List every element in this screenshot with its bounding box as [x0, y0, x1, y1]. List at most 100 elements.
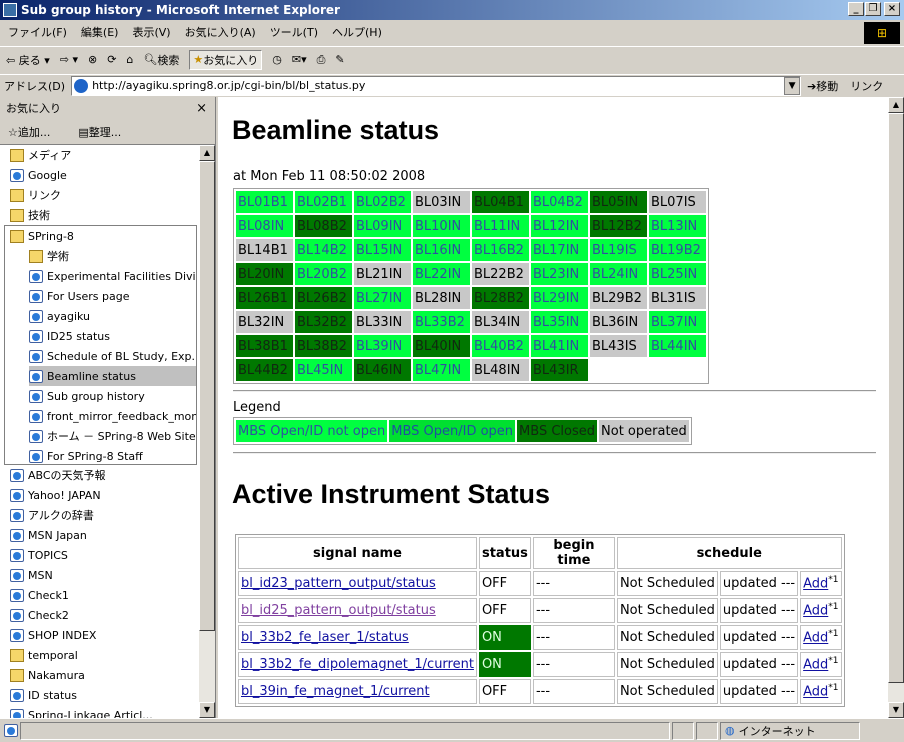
legend-table: MBS Open/ID not open MBS Open/ID open MBS …: [233, 417, 692, 445]
fav-item[interactable]: Experimental Facilities Divi...: [29, 266, 196, 286]
schedule-cell: Not Scheduled: [616, 679, 718, 704]
links-button[interactable]: リンク: [850, 78, 883, 94]
signal-link[interactable]: bl_39in_fe_magnet_1/current: [241, 684, 430, 699]
maximize-button[interactable]: ❐: [865, 2, 881, 16]
menu-favorites[interactable]: お気に入り(A): [185, 24, 256, 40]
fav-item[interactable]: ayagiku: [29, 306, 196, 326]
fav-folder-spring8[interactable]: SPring-8: [5, 226, 196, 246]
fav-item[interactable]: MSN: [10, 565, 153, 585]
fav-item[interactable]: リンク: [10, 185, 200, 205]
menu-help[interactable]: ヘルプ(H): [332, 24, 382, 40]
go-button[interactable]: ➔移動: [807, 78, 838, 94]
minimize-button[interactable]: _: [848, 2, 864, 16]
fav-item[interactable]: ID25 status: [29, 326, 196, 346]
page-scrollbar[interactable]: ▲ ▼: [888, 97, 904, 718]
fav-item[interactable]: メディア: [10, 145, 200, 165]
close-button[interactable]: ×: [884, 2, 900, 16]
add-link[interactable]: Add: [803, 604, 828, 619]
add-link[interactable]: Add: [803, 631, 828, 646]
signal-link[interactable]: bl_id23_pattern_output/status: [241, 576, 436, 591]
fav-item[interactable]: front_mirror_feedback_monit...: [29, 406, 196, 426]
ie-page-icon: [29, 449, 43, 463]
fav-item[interactable]: For Users page: [29, 286, 196, 306]
spring8-folder-box: SPring-8 学術 Experimental Facilities Divi.…: [4, 225, 197, 465]
fav-item[interactable]: Yahoo! JAPAN: [10, 485, 153, 505]
fav-item-label: ABCの天気予報: [28, 469, 106, 482]
fav-item[interactable]: アルクの辞書: [10, 505, 153, 525]
fav-item[interactable]: 技術: [10, 205, 200, 225]
ie-page-icon: [10, 528, 24, 542]
search-button[interactable]: 🔍︎ 検索: [143, 52, 179, 68]
fav-item[interactable]: Google: [10, 165, 200, 185]
menu-edit[interactable]: 編集(E): [81, 24, 119, 40]
status-cell: ON: [478, 652, 531, 677]
ie-page-icon: [29, 349, 43, 363]
ie-page-icon: [10, 588, 24, 602]
add-link[interactable]: Add: [803, 577, 828, 592]
scroll-thumb[interactable]: [199, 161, 215, 631]
status-bar: ◍ インターネット: [0, 718, 904, 742]
fav-item[interactable]: temporal: [10, 645, 153, 665]
beamline-cell: BL04B1: [472, 191, 529, 213]
fav-item[interactable]: ID status: [10, 685, 153, 705]
fav-item[interactable]: Sub group history: [29, 386, 196, 406]
add-link[interactable]: Add: [803, 685, 828, 700]
fav-item[interactable]: TOPICS: [10, 545, 153, 565]
go-arrow-icon: ➔: [807, 79, 817, 93]
fav-item[interactable]: Check2: [10, 605, 153, 625]
beamline-cell: BL22IN: [413, 263, 470, 285]
fav-item[interactable]: ABCの天気予報: [10, 465, 153, 485]
beamline-cell: BL10IN: [413, 215, 470, 237]
favorites-close-icon[interactable]: ×: [196, 101, 207, 116]
add-favorite-button[interactable]: ☆追加...: [8, 124, 64, 140]
fav-item[interactable]: 学術: [29, 246, 196, 266]
fav-item[interactable]: SHOP INDEX: [10, 625, 153, 645]
scroll-up-icon[interactable]: ▲: [199, 145, 215, 161]
favorites-scrollbar[interactable]: ▲ ▼: [199, 145, 215, 718]
status-cell: [696, 721, 718, 740]
ie-page-icon: [10, 688, 24, 702]
favorites-button[interactable]: ★ お気に入り: [189, 49, 263, 70]
add-link[interactable]: Add: [803, 658, 828, 673]
scroll-down-icon[interactable]: ▼: [199, 702, 215, 718]
fav-item[interactable]: ホーム － SPring-8 Web Site: [29, 426, 196, 446]
edit-button[interactable]: ✎: [335, 53, 344, 66]
back-button[interactable]: ⇦ 戻る ▾: [6, 52, 50, 68]
menu-tools[interactable]: ツール(T): [270, 24, 318, 40]
print-button[interactable]: ⎙: [317, 53, 326, 67]
scroll-up-icon[interactable]: ▲: [888, 97, 904, 113]
fav-item[interactable]: Spring-Linkage Articl...: [10, 705, 153, 718]
scroll-thumb[interactable]: [888, 113, 904, 683]
refresh-button[interactable]: ⟳: [107, 53, 116, 66]
forward-button[interactable]: ⇨ ▾: [60, 53, 78, 66]
fav-item[interactable]: For SPring-8 Staff: [29, 446, 196, 466]
beamline-cell: BL17IN: [531, 239, 588, 261]
beamline-cell: BL41IN: [531, 335, 588, 357]
beamline-cell: BL13IN: [649, 215, 706, 237]
fav-item[interactable]: MSN Japan: [10, 525, 153, 545]
status-cell: ON: [478, 625, 531, 650]
menu-file[interactable]: ファイル(F): [8, 24, 67, 40]
ie-window-icon: [3, 3, 17, 17]
fav-item-label: Spring-Linkage Articl...: [28, 708, 153, 719]
stop-button[interactable]: ⊗: [88, 53, 97, 66]
address-bar: アドレス(D) http://ayagiku.spring8.or.jp/cgi…: [0, 74, 904, 96]
fav-item[interactable]: Schedule of BL Study, Exp...: [29, 346, 196, 366]
fav-item[interactable]: Nakamura: [10, 665, 153, 685]
signal-link[interactable]: bl_33b2_fe_dipolemagnet_1/current: [241, 657, 474, 672]
fav-item[interactable]: Beamline status: [29, 366, 196, 386]
history-button[interactable]: ◷: [272, 53, 282, 66]
updated-cell: updated ---: [719, 652, 799, 677]
fav-item[interactable]: Check1: [10, 585, 153, 605]
address-input[interactable]: http://ayagiku.spring8.or.jp/cgi-bin/bl/…: [71, 75, 802, 96]
home-button[interactable]: ⌂: [126, 53, 133, 66]
folder-open-icon: [10, 229, 24, 243]
signal-link[interactable]: bl_id25_pattern_output/status: [241, 603, 436, 618]
signal-link[interactable]: bl_33b2_fe_laser_1/status: [241, 630, 409, 645]
address-dropdown-icon[interactable]: ▼: [784, 76, 801, 95]
mail-button[interactable]: ✉▾: [292, 53, 307, 66]
organize-favorites-button[interactable]: ▤整理...: [78, 124, 135, 140]
menu-view[interactable]: 表示(V): [132, 24, 170, 40]
beamline-cell: BL40IN: [413, 335, 470, 357]
scroll-down-icon[interactable]: ▼: [888, 702, 904, 718]
